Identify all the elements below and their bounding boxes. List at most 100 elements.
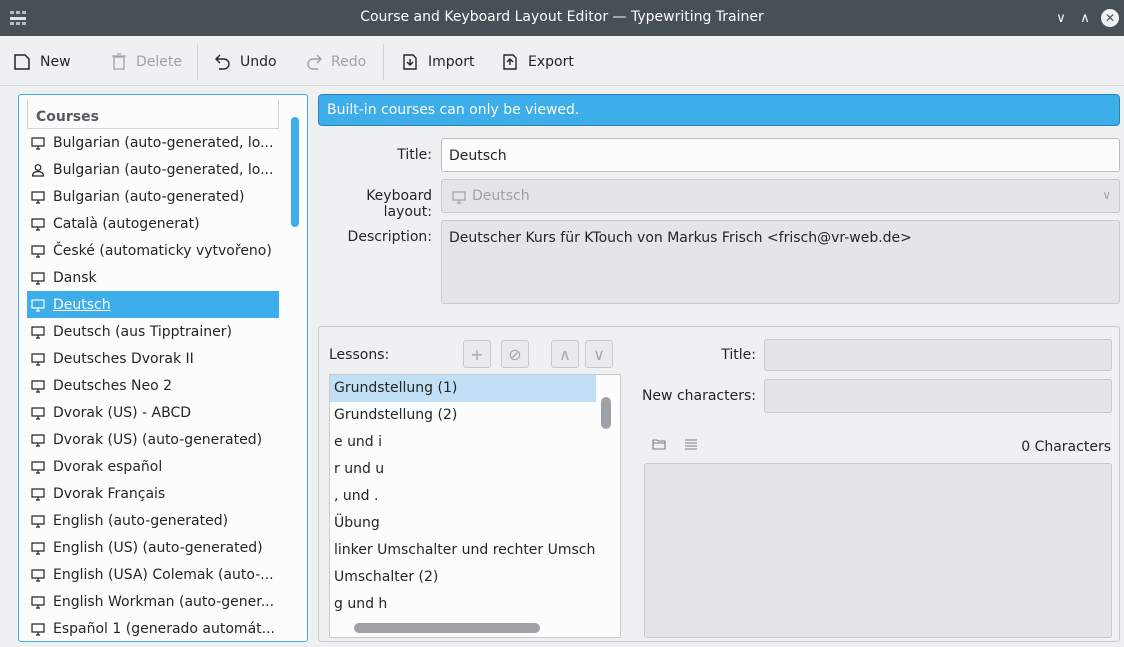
course-list-item-label: Bulgarian (auto-generated, lo... (53, 161, 274, 178)
monitor-icon (31, 595, 45, 609)
monitor-icon (31, 568, 45, 582)
new-button-label: New (40, 54, 71, 70)
course-list-item-label: Bulgarian (auto-generated, lo... (53, 134, 274, 151)
keyboard-layout-label: Keyboard layout: (366, 188, 432, 220)
import-button[interactable]: Import (400, 50, 474, 74)
monitor-icon (31, 217, 45, 231)
monitor-icon (31, 379, 45, 393)
redo-button[interactable]: Redo (305, 50, 366, 74)
monitor-icon (31, 541, 45, 555)
course-list-item[interactable]: English (auto-generated) (27, 507, 279, 534)
text-lines-icon[interactable] (684, 437, 698, 455)
course-list-panel[interactable]: Courses Bulgarian (auto-generated, lo...… (18, 94, 308, 642)
course-list-item[interactable]: Deutsch (27, 291, 279, 318)
minimize-icon[interactable]: ∨ (1052, 9, 1070, 27)
toolbar: New Delete Undo Redo Import Export (0, 36, 1124, 86)
course-list-item-label: English Workman (auto-gener... (53, 593, 275, 610)
undo-icon (215, 54, 230, 70)
lesson-text-editor[interactable] (644, 463, 1112, 638)
course-list-scrollbar[interactable] (291, 117, 299, 227)
readonly-banner: Built-in courses can only be viewed. (318, 94, 1120, 126)
remove-lesson-button[interactable]: ⊘ (501, 340, 529, 368)
course-list-item-label: Dvorak Français (53, 485, 166, 502)
maximize-icon[interactable]: ∧ (1076, 9, 1094, 27)
course-list-item[interactable]: Deutsches Dvorak II (27, 345, 279, 372)
trash-icon (112, 53, 126, 70)
monitor-icon (452, 191, 466, 204)
course-list-item[interactable]: Español 1 (generado automát... (27, 615, 279, 641)
course-list-item[interactable]: Dansk (27, 264, 279, 291)
monitor-icon (31, 271, 45, 285)
course-list-item[interactable]: Bulgarian (auto-generated, lo... (27, 129, 279, 156)
lesson-list-item[interactable]: , und . (330, 483, 596, 510)
user-icon (31, 163, 45, 177)
monitor-icon (31, 298, 45, 312)
redo-button-label: Redo (331, 54, 367, 70)
lessons-group: Lessons: + ⊘ ∧ ∨ g und h Umschalter (2) li… (318, 326, 1120, 642)
lesson-list-item[interactable]: Umschalter (2) (330, 564, 596, 591)
course-list-item-label: Deutsches Neo 2 (53, 377, 172, 394)
add-lesson-button[interactable]: + (463, 340, 491, 368)
course-list-item-label: České (automaticky vytvořeno) (53, 242, 272, 259)
move-lesson-down-button[interactable]: ∨ (585, 340, 613, 368)
course-list-item[interactable]: Deutsch (aus Tipptrainer) (27, 318, 279, 345)
lesson-list-item[interactable]: g und h (330, 591, 596, 618)
course-list-item[interactable]: English (USA) Colemak (auto-... (27, 561, 279, 588)
monitor-icon (31, 622, 45, 636)
new-characters-field[interactable] (764, 379, 1112, 413)
lesson-list-item[interactable]: Grundstellung (2) (330, 402, 596, 429)
new-button[interactable]: New (12, 50, 71, 74)
course-list-item-label: Dvorak (US) - ABCD (53, 404, 192, 421)
plus-icon: + (470, 344, 484, 364)
lesson-list-vscrollbar[interactable] (601, 397, 611, 429)
lesson-list-hscrollbar[interactable] (354, 623, 540, 633)
export-icon (503, 54, 517, 70)
course-title-field[interactable]: Deutsch (441, 138, 1120, 172)
keyboard-layout-select[interactable]: Deutsch ∨ (441, 179, 1120, 213)
course-list-item[interactable]: Dvorak español (27, 453, 279, 480)
monitor-icon (31, 433, 45, 447)
course-list-item-label: Español 1 (generado automát... (53, 620, 275, 637)
lesson-title-field[interactable] (764, 339, 1112, 371)
course-list-item[interactable]: Bulgarian (auto-generated) (27, 183, 279, 210)
lesson-list[interactable]: g und h Umschalter (2) linker Umschalter u… (329, 374, 621, 638)
monitor-icon (31, 487, 45, 501)
course-list-item[interactable]: Bulgarian (auto-generated, lo... (27, 156, 279, 183)
course-list-item[interactable]: Català (autogenerat) (27, 210, 279, 237)
lesson-list-item[interactable]: linker Umschalter und rechter Umschalter (330, 537, 596, 564)
new-document-icon (14, 54, 30, 70)
chevron-up-icon: ∧ (559, 344, 571, 364)
monitor-icon (31, 136, 45, 150)
export-button[interactable]: Export (500, 50, 574, 74)
course-list-item-label: Deutsches Dvorak II (53, 350, 194, 367)
course-list-header: Courses (27, 99, 279, 129)
window-title: Course and Keyboard Layout Editor — Type… (360, 9, 764, 25)
course-list-item[interactable]: Deutsches Neo 2 (27, 372, 279, 399)
monitor-icon (31, 514, 45, 528)
course-list-item[interactable]: English Workman (auto-gener... (27, 588, 279, 615)
delete-button[interactable]: Delete (110, 50, 182, 74)
redo-icon (307, 54, 322, 70)
move-lesson-up-button[interactable]: ∧ (551, 340, 579, 368)
new-characters-label: New characters: (641, 388, 756, 404)
course-description-field[interactable]: Deutscher Kurs für KTouch von Markus Fri… (441, 220, 1120, 304)
course-list-item[interactable]: Dvorak (US) (auto-generated) (27, 426, 279, 453)
undo-button[interactable]: Undo (214, 50, 277, 74)
course-list-item-label: Dansk (53, 269, 97, 286)
monitor-icon (31, 190, 45, 204)
course-list-item-label: Dvorak español (53, 458, 163, 475)
lesson-list-item[interactable]: r und u (330, 456, 596, 483)
close-icon[interactable]: ✕ (1101, 9, 1119, 27)
course-list-item[interactable]: Dvorak (US) - ABCD (27, 399, 279, 426)
course-list-item[interactable]: Dvorak Français (27, 480, 279, 507)
monitor-icon (31, 460, 45, 474)
character-count: 0 Characters (1021, 439, 1111, 455)
course-list-item[interactable]: English (US) (auto-generated) (27, 534, 279, 561)
chevron-down-icon: ∨ (1102, 188, 1111, 202)
folder-icon[interactable] (652, 437, 666, 455)
course-list-item[interactable]: České (automaticky vytvořeno) (27, 237, 279, 264)
lesson-list-item[interactable]: Grundstellung (1) (330, 375, 596, 402)
course-list-item-label: Bulgarian (auto-generated) (53, 188, 245, 205)
lesson-list-item[interactable]: Übung (330, 510, 596, 537)
lesson-list-item[interactable]: e und i (330, 429, 596, 456)
